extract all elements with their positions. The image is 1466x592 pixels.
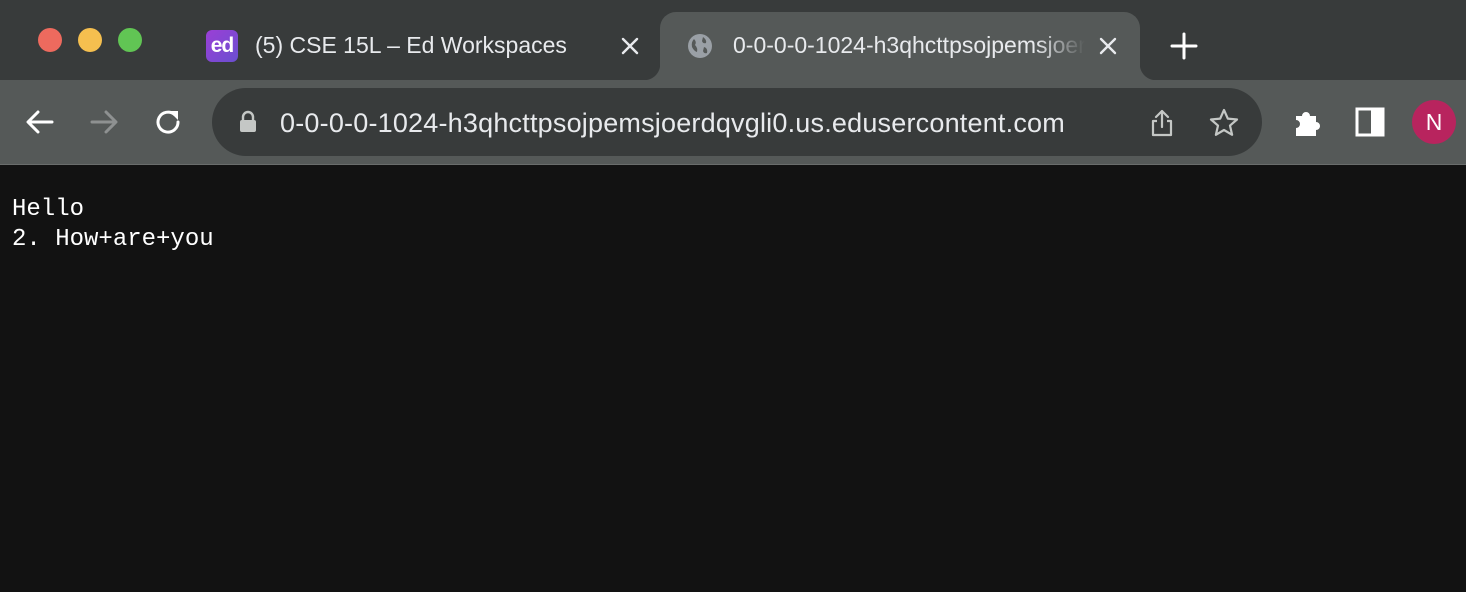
share-icon[interactable]	[1148, 108, 1176, 138]
tab-strip: ed (5) CSE 15L – Ed Workspaces 0-0-0-0-1…	[0, 0, 1466, 80]
globe-icon	[688, 34, 712, 58]
side-panel-icon[interactable]	[1354, 106, 1386, 138]
forward-arrow-icon[interactable]	[86, 104, 122, 140]
page-text-line: Hello	[12, 196, 85, 223]
window-maximize-button[interactable]	[118, 28, 142, 52]
url-text[interactable]: 0-0-0-0-1024-h3qhcttpsojpemsjoerdqvgli0.…	[280, 108, 1126, 139]
tab-title: (5) CSE 15L – Ed Workspaces	[255, 32, 567, 58]
page-text-line: 2. How+are+you	[12, 226, 214, 253]
page-content: Hello 2. How+are+you	[0, 166, 1466, 592]
tab-active-page[interactable]: 0-0-0-0-1024-h3qhcttpsojpemsjoerdqvgli0.…	[644, 12, 1156, 80]
window-minimize-button[interactable]	[78, 28, 102, 52]
profile-avatar[interactable]: N	[1412, 100, 1456, 144]
tab-ed-workspaces[interactable]: ed (5) CSE 15L – Ed Workspaces	[188, 12, 658, 80]
tab-title: 0-0-0-0-1024-h3qhcttpsojpemsjoerdqvgli0.…	[733, 32, 1085, 58]
reload-icon[interactable]	[150, 104, 186, 140]
ed-favicon-icon: ed	[206, 30, 238, 62]
window-close-button[interactable]	[38, 28, 62, 52]
bookmark-star-icon[interactable]	[1208, 107, 1240, 139]
close-tab-icon[interactable]	[619, 35, 641, 57]
extensions-puzzle-icon[interactable]	[1290, 104, 1326, 140]
address-bar[interactable]: 0-0-0-0-1024-h3qhcttpsojpemsjoerdqvgli0.…	[212, 88, 1262, 156]
back-arrow-icon[interactable]	[22, 104, 58, 140]
browser-toolbar: 0-0-0-0-1024-h3qhcttpsojpemsjoerdqvgli0.…	[0, 80, 1466, 165]
new-tab-plus-icon[interactable]	[1168, 30, 1200, 62]
lock-icon[interactable]	[238, 110, 258, 134]
close-tab-icon[interactable]	[1097, 35, 1119, 57]
